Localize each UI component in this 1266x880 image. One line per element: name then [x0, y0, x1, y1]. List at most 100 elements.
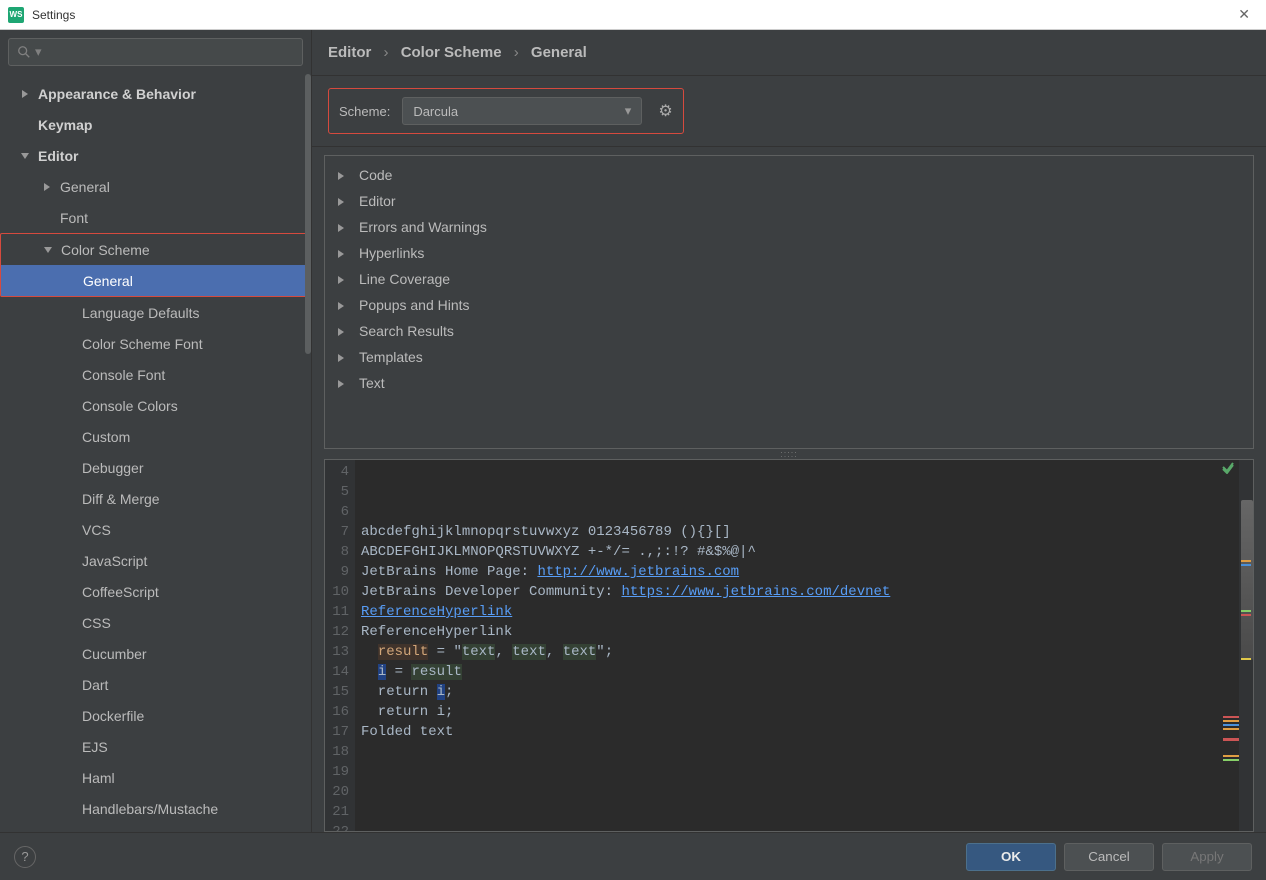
category-label: Popups and Hints [359, 297, 470, 313]
category-popups-and-hints[interactable]: Popups and Hints [325, 292, 1253, 318]
chevron-right-icon [337, 375, 351, 391]
sidebar-item-color-scheme[interactable]: Color Scheme [1, 234, 310, 265]
sidebar-item-label: Handlebars/Mustache [82, 801, 218, 817]
sidebar-item-label: Editor [38, 148, 78, 164]
chevron-right-icon [18, 90, 32, 98]
title-bar: WS Settings ✕ [0, 0, 1266, 30]
sidebar-item-vcs[interactable]: VCS [0, 514, 311, 545]
sidebar-item-dockerfile[interactable]: Dockerfile [0, 700, 311, 731]
chevron-down-icon [18, 152, 32, 160]
sidebar-item-label: Language Defaults [82, 305, 200, 321]
category-panel[interactable]: Code Editor Errors and Warnings Hyperlinks L… [324, 155, 1254, 449]
app-icon: WS [8, 7, 24, 23]
category-editor[interactable]: Editor [325, 188, 1253, 214]
sidebar-item-ejs[interactable]: EJS [0, 731, 311, 762]
breadcrumb-color-scheme[interactable]: Color Scheme [401, 44, 502, 61]
category-label: Hyperlinks [359, 245, 424, 261]
category-label: Text [359, 375, 385, 391]
chevron-right-icon [337, 349, 351, 365]
scheme-select[interactable]: Darcula ▾ [402, 97, 642, 125]
sidebar-item-label: General [83, 273, 133, 289]
chevron-right-icon [337, 245, 351, 261]
category-label: Editor [359, 193, 396, 209]
content-area: Editor › Color Scheme › General Scheme: … [312, 30, 1266, 832]
sidebar-item-debugger[interactable]: Debugger [0, 452, 311, 483]
footer: ? OK Cancel Apply [0, 832, 1266, 880]
sidebar-item-haml[interactable]: Haml [0, 762, 311, 793]
sidebar-item-label: Font [60, 210, 88, 226]
sidebar-scrollbar[interactable] [305, 74, 311, 354]
category-code[interactable]: Code [325, 162, 1253, 188]
sidebar-item-dart[interactable]: Dart [0, 669, 311, 700]
category-errors-and-warnings[interactable]: Errors and Warnings [325, 214, 1253, 240]
sidebar-item-label: EJS [82, 739, 108, 755]
chevron-right-icon [337, 193, 351, 209]
sidebar-item-language-defaults[interactable]: Language Defaults [0, 297, 311, 328]
chevron-down-icon [41, 246, 55, 254]
ok-button[interactable]: OK [966, 843, 1056, 871]
sidebar-item-label: JavaScript [82, 553, 147, 569]
category-label: Line Coverage [359, 271, 450, 287]
splitter[interactable]: ::::: [324, 449, 1254, 459]
sidebar-item-diff-merge[interactable]: Diff & Merge [0, 483, 311, 514]
line-gutter: 45678910111213141516171819202122 [325, 460, 355, 831]
breadcrumb-editor[interactable]: Editor [328, 44, 371, 61]
sidebar-item-general[interactable]: General [1, 265, 310, 296]
chevron-right-icon: › [506, 44, 527, 61]
chevron-right-icon: › [376, 44, 397, 61]
scheme-value: Darcula [413, 104, 458, 119]
sidebar-item-label: Color Scheme Font [82, 336, 203, 352]
settings-tree[interactable]: Appearance & Behavior Keymap Editor General… [0, 74, 311, 832]
sidebar-item-keymap[interactable]: Keymap [0, 109, 311, 140]
gear-icon[interactable]: ⚙ [658, 101, 672, 121]
breadcrumb-general: General [531, 44, 587, 61]
sidebar-item-label: Color Scheme [61, 242, 150, 258]
sidebar-item-font[interactable]: Font [0, 202, 311, 233]
apply-button[interactable]: Apply [1162, 843, 1252, 871]
sidebar-item-console-font[interactable]: Console Font [0, 359, 311, 390]
sidebar-item-label: Debugger [82, 460, 144, 476]
sidebar-item-label: Dart [82, 677, 108, 693]
sidebar-item-custom[interactable]: Custom [0, 421, 311, 452]
code-preview[interactable]: abcdefghijklmnopqrstuvwxyz 0123456789 ()… [355, 460, 1239, 831]
sidebar-item-coffeescript[interactable]: CoffeeScript [0, 576, 311, 607]
sidebar-item-editor[interactable]: Editor [0, 140, 311, 171]
sidebar-item-label: Cucumber [82, 646, 147, 662]
preview-panel: 45678910111213141516171819202122 abcdefg… [324, 459, 1254, 832]
sidebar-item-label: VCS [82, 522, 111, 538]
sidebar-item-console-colors[interactable]: Console Colors [0, 390, 311, 421]
cancel-button[interactable]: Cancel [1064, 843, 1154, 871]
sidebar-item-label: Dockerfile [82, 708, 144, 724]
category-label: Search Results [359, 323, 454, 339]
sidebar-item-css[interactable]: CSS [0, 607, 311, 638]
sidebar-item-cucumber[interactable]: Cucumber [0, 638, 311, 669]
category-text[interactable]: Text [325, 370, 1253, 396]
sidebar-item-color-scheme-font[interactable]: Color Scheme Font [0, 328, 311, 359]
search-input[interactable]: ▾ [8, 38, 303, 66]
sidebar-item-general[interactable]: General [0, 171, 311, 202]
category-hyperlinks[interactable]: Hyperlinks [325, 240, 1253, 266]
marker-strip[interactable] [1239, 460, 1253, 831]
sidebar-item-label: Appearance & Behavior [38, 86, 196, 102]
sidebar-item-label: Console Font [82, 367, 165, 383]
panels: Code Editor Errors and Warnings Hyperlinks L… [312, 147, 1266, 832]
sidebar-item-handlebars-mustache[interactable]: Handlebars/Mustache [0, 793, 311, 824]
category-line-coverage[interactable]: Line Coverage [325, 266, 1253, 292]
sidebar-item-appearance-behavior[interactable]: Appearance & Behavior [0, 78, 311, 109]
chevron-right-icon [337, 219, 351, 235]
help-button[interactable]: ? [14, 846, 36, 868]
sidebar: ▾ Appearance & Behavior Keymap Editor Gener… [0, 30, 312, 832]
scheme-label: Scheme: [339, 104, 390, 119]
category-templates[interactable]: Templates [325, 344, 1253, 370]
chevron-down-icon: ▾ [625, 103, 632, 119]
category-search-results[interactable]: Search Results [325, 318, 1253, 344]
category-label: Templates [359, 349, 423, 365]
close-icon[interactable]: ✕ [1230, 6, 1258, 23]
inspection-indicator[interactable] [1199, 460, 1239, 474]
category-label: Code [359, 167, 392, 183]
sidebar-item-label: Haml [82, 770, 115, 786]
sidebar-item-javascript[interactable]: JavaScript [0, 545, 311, 576]
sidebar-item-label: Custom [82, 429, 130, 445]
chevron-right-icon [337, 271, 351, 287]
scheme-highlight-box: Scheme: Darcula ▾ ⚙ [328, 88, 684, 134]
